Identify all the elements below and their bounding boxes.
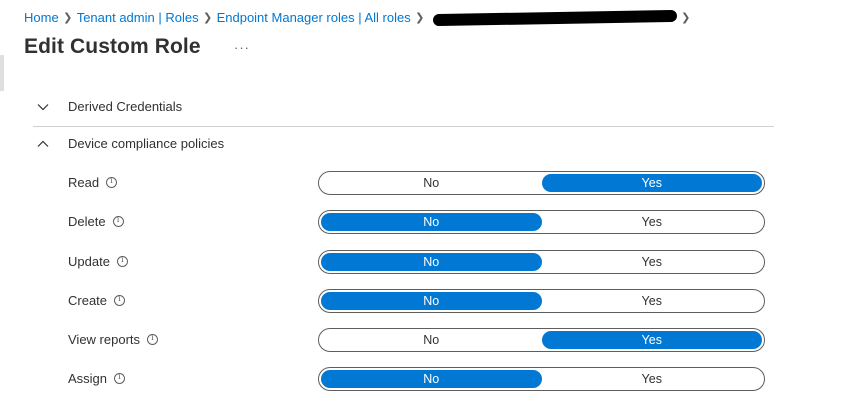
permission-label: Create bbox=[68, 293, 126, 308]
breadcrumb-endpoint-manager-roles[interactable]: Endpoint Manager roles | All roles bbox=[217, 10, 411, 25]
permission-row-update: Update No Yes bbox=[68, 250, 768, 274]
toggle-option-yes[interactable]: Yes bbox=[541, 331, 762, 349]
toggle-option-no[interactable]: No bbox=[321, 331, 542, 349]
toggle-option-no[interactable]: No bbox=[321, 292, 542, 310]
permission-row-view-reports: View reports No Yes bbox=[68, 328, 768, 352]
permission-label: Assign bbox=[68, 371, 126, 386]
toggle-option-no[interactable]: No bbox=[321, 213, 542, 231]
toggle-option-yes[interactable]: Yes bbox=[542, 213, 763, 231]
permission-row-read: Read No Yes bbox=[68, 171, 768, 195]
read-toggle[interactable]: No Yes bbox=[318, 171, 765, 195]
chevron-down-icon bbox=[36, 100, 50, 114]
permission-label: Update bbox=[68, 254, 128, 269]
toggle-option-no[interactable]: No bbox=[321, 370, 542, 388]
redacted-breadcrumb bbox=[432, 9, 677, 27]
permission-label: View reports bbox=[68, 332, 159, 347]
breadcrumb: Home ❯ Tenant admin | Roles ❯ Endpoint M… bbox=[24, 9, 695, 27]
blade-edge bbox=[0, 55, 4, 91]
assign-toggle[interactable]: No Yes bbox=[318, 367, 765, 391]
chevron-right-icon: ❯ bbox=[63, 11, 73, 24]
section-derived-credentials[interactable]: Derived Credentials bbox=[36, 99, 182, 114]
toggle-option-yes[interactable]: Yes bbox=[541, 174, 762, 192]
permission-label: Read bbox=[68, 175, 118, 190]
toggle-option-yes[interactable]: Yes bbox=[542, 292, 763, 310]
permission-row-assign: Assign No Yes bbox=[68, 367, 768, 391]
create-toggle[interactable]: No Yes bbox=[318, 289, 765, 313]
breadcrumb-tenant-admin-roles[interactable]: Tenant admin | Roles bbox=[77, 10, 199, 25]
chevron-right-icon: ❯ bbox=[681, 11, 691, 24]
permission-label: Delete bbox=[68, 214, 124, 229]
toggle-option-yes[interactable]: Yes bbox=[542, 253, 763, 271]
permission-row-delete: Delete No Yes bbox=[68, 210, 768, 234]
info-icon[interactable] bbox=[106, 176, 118, 188]
section-divider bbox=[33, 126, 774, 127]
toggle-option-no[interactable]: No bbox=[321, 253, 542, 271]
info-icon[interactable] bbox=[116, 255, 128, 267]
update-toggle[interactable]: No Yes bbox=[318, 250, 765, 274]
delete-toggle[interactable]: No Yes bbox=[318, 210, 765, 234]
permission-row-create: Create No Yes bbox=[68, 289, 768, 313]
chevron-up-icon bbox=[36, 137, 50, 151]
view-reports-toggle[interactable]: No Yes bbox=[318, 328, 765, 352]
info-icon[interactable] bbox=[112, 215, 124, 227]
chevron-right-icon: ❯ bbox=[202, 11, 213, 24]
section-label: Derived Credentials bbox=[68, 99, 183, 114]
section-device-compliance-policies[interactable]: Device compliance policies bbox=[36, 136, 224, 151]
info-icon[interactable] bbox=[114, 294, 126, 306]
section-label: Device compliance policies bbox=[68, 136, 225, 151]
more-actions-button[interactable]: ··· bbox=[234, 40, 250, 55]
toggle-option-yes[interactable]: Yes bbox=[542, 370, 763, 388]
info-icon[interactable] bbox=[147, 333, 159, 345]
toggle-option-no[interactable]: No bbox=[321, 174, 542, 192]
breadcrumb-home[interactable]: Home bbox=[24, 10, 59, 25]
info-icon[interactable] bbox=[114, 372, 126, 384]
page-title: Edit Custom Role bbox=[24, 35, 201, 58]
chevron-right-icon: ❯ bbox=[415, 11, 425, 24]
